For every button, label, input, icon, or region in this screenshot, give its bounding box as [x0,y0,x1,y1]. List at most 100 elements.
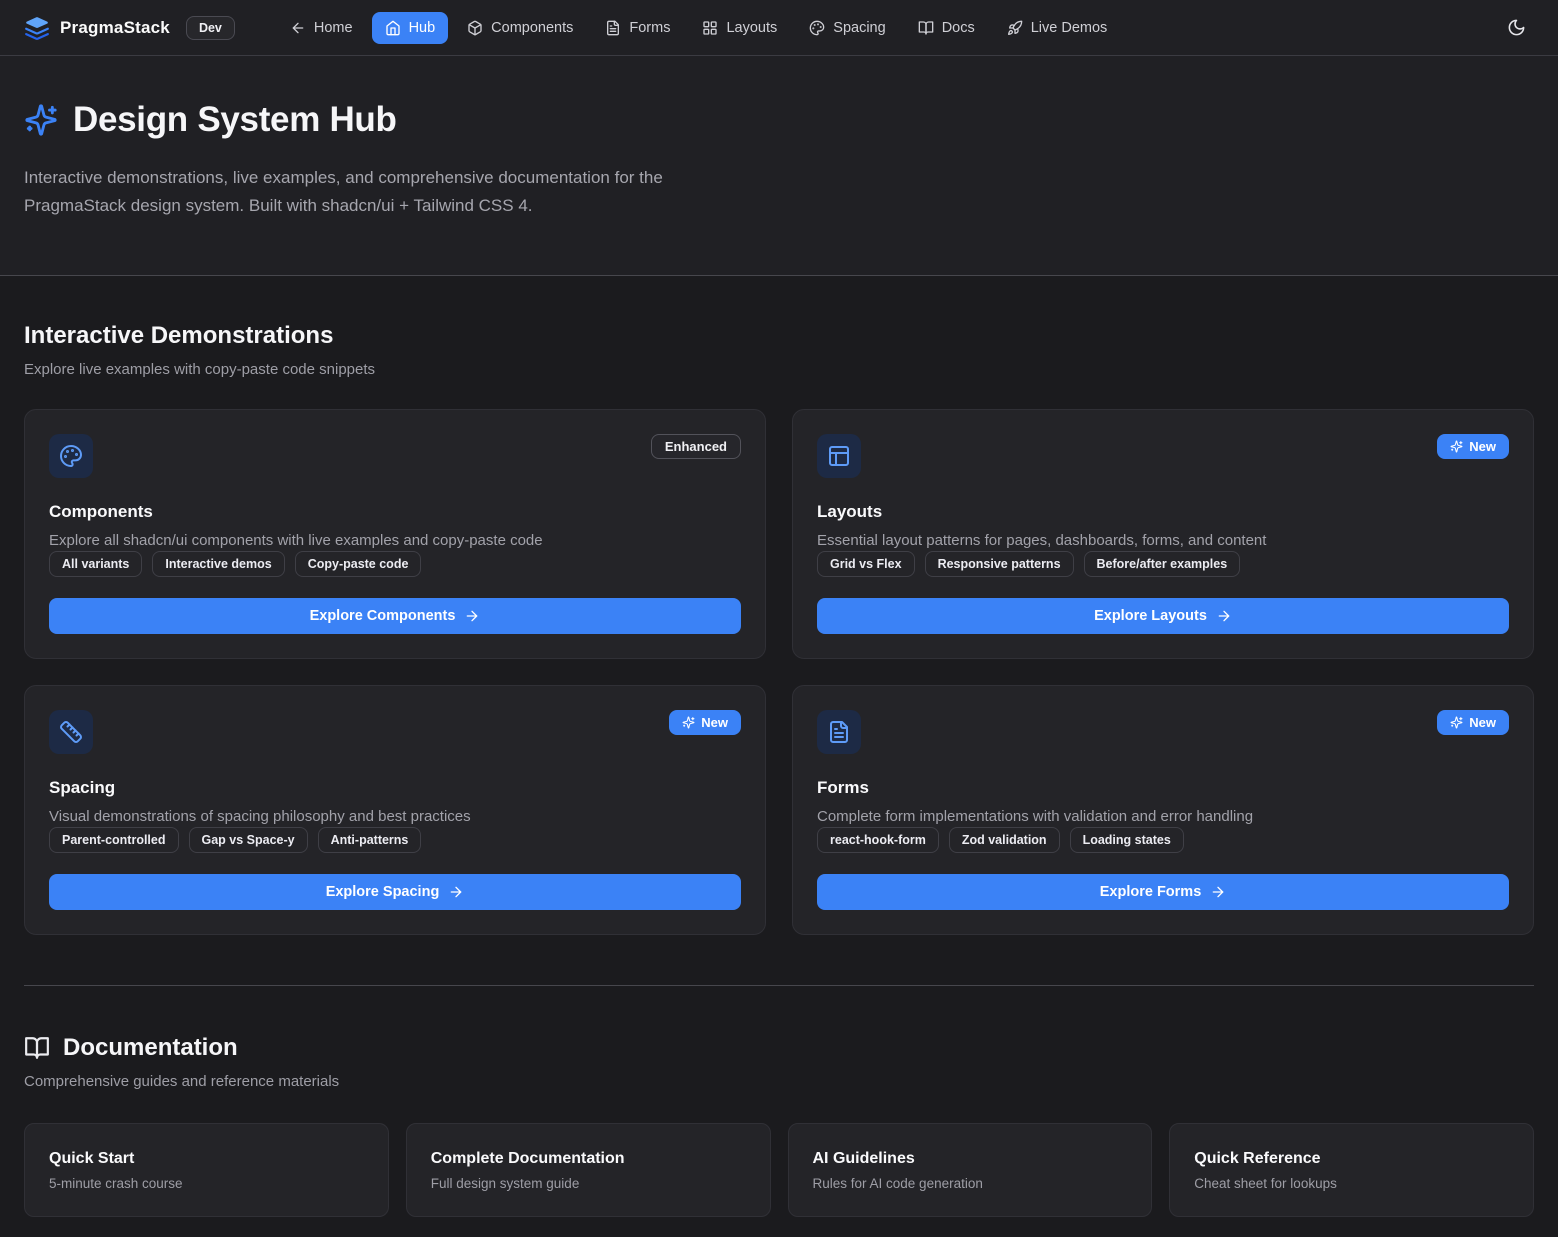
button-label: Explore Layouts [1094,608,1207,624]
card-description: Complete form implementations with valid… [817,808,1509,825]
tag: Zod validation [949,827,1060,853]
button-label: Explore Forms [1100,884,1202,900]
explore-forms-button[interactable]: Explore Forms [817,874,1509,910]
card-description: Essential layout patterns for pages, das… [817,532,1509,549]
layout-grid-icon [702,20,718,36]
doc-card-title: AI Guidelines [813,1150,1128,1168]
arrow-right-icon [1216,608,1232,624]
nav-item-layouts[interactable]: Layouts [689,12,790,44]
sparkles-icon [1450,440,1463,453]
demo-card-layouts: New Layouts Essential layout patterns fo… [792,409,1534,659]
doc-card-complete-documentation[interactable]: Complete Documentation Full design syste… [406,1123,771,1217]
theme-toggle-button[interactable] [1499,10,1534,45]
palette-icon [59,444,83,468]
new-badge: New [1437,710,1509,735]
nav-item-forms[interactable]: Forms [592,12,683,44]
doc-card-subtitle: Rules for AI code generation [813,1176,1128,1191]
doc-card-title: Complete Documentation [431,1150,746,1168]
nav-item-hub[interactable]: Hub [372,12,449,44]
demos-section-subtitle: Explore live examples with copy-paste co… [24,361,1534,378]
doc-card-quick-reference[interactable]: Quick Reference Cheat sheet for lookups [1169,1123,1534,1217]
badge-label: New [1469,439,1496,454]
top-navbar: PragmaStack Dev Home Hub Components Form… [0,0,1558,56]
demo-card-spacing: New Spacing Visual demonstrations of spa… [24,685,766,935]
badge-label: New [1469,715,1496,730]
nav-item-label: Hub [409,20,436,36]
env-badge: Dev [186,16,235,40]
explore-spacing-button[interactable]: Explore Spacing [49,874,741,910]
doc-card-ai-guidelines[interactable]: AI Guidelines Rules for AI code generati… [788,1123,1153,1217]
card-title: Components [49,502,741,522]
tag: Responsive patterns [925,551,1074,577]
card-title: Spacing [49,778,741,798]
components-icon-tile [49,434,93,478]
sparkles-icon [682,716,695,729]
demos-grid: Enhanced Components Explore all shadcn/u… [24,409,1534,935]
button-label: Explore Components [310,608,456,624]
arrow-right-icon [464,608,480,624]
brand[interactable]: PragmaStack Dev [24,15,235,41]
sparkles-icon [1450,716,1463,729]
tag: react-hook-form [817,827,939,853]
nav-item-live-demos[interactable]: Live Demos [994,12,1121,44]
nav-item-label: Components [491,20,573,36]
tag: Copy-paste code [295,551,422,577]
arrow-left-icon [290,20,306,36]
nav-item-label: Docs [942,20,975,36]
explore-layouts-button[interactable]: Explore Layouts [817,598,1509,634]
forms-icon-tile [817,710,861,754]
layers-logo-icon [24,15,50,41]
enhanced-badge: Enhanced [651,434,741,459]
arrow-right-icon [448,884,464,900]
nav-item-home[interactable]: Home [277,12,366,44]
nav-item-label: Home [314,20,353,36]
card-title: Layouts [817,502,1509,522]
docs-section-subtitle: Comprehensive guides and reference mater… [24,1073,1534,1090]
doc-card-title: Quick Start [49,1150,364,1168]
sparkles-icon [24,103,58,137]
book-open-icon [24,1035,50,1061]
arrow-right-icon [1210,884,1226,900]
nav-item-docs[interactable]: Docs [905,12,988,44]
new-badge: New [1437,434,1509,459]
spacing-icon-tile [49,710,93,754]
rocket-icon [1007,20,1023,36]
nav-item-label: Forms [629,20,670,36]
doc-card-quick-start[interactable]: Quick Start 5-minute crash course [24,1123,389,1217]
file-text-icon [827,720,851,744]
brand-name: PragmaStack [60,18,170,38]
doc-card-title: Quick Reference [1194,1150,1509,1168]
tag: Parent-controlled [49,827,179,853]
tag: All variants [49,551,142,577]
section-divider [24,985,1534,986]
tag: Before/after examples [1084,551,1241,577]
page-subtitle: Interactive demonstrations, live example… [24,164,766,219]
card-description: Visual demonstrations of spacing philoso… [49,808,741,825]
demo-card-components: Enhanced Components Explore all shadcn/u… [24,409,766,659]
button-label: Explore Spacing [326,884,440,900]
tag: Grid vs Flex [817,551,915,577]
demos-section-title: Interactive Demonstrations [24,322,1534,350]
palette-icon [809,20,825,36]
tag: Loading states [1070,827,1184,853]
moon-icon [1507,18,1526,37]
hero-section: Design System Hub Interactive demonstrat… [0,56,1558,276]
doc-card-subtitle: Cheat sheet for lookups [1194,1176,1509,1191]
nav-item-components[interactable]: Components [454,12,586,44]
explore-components-button[interactable]: Explore Components [49,598,741,634]
docs-grid: Quick Start 5-minute crash course Comple… [24,1123,1534,1217]
demo-card-forms: New Forms Complete form implementations … [792,685,1534,935]
nav-item-label: Spacing [833,20,885,36]
nav-item-spacing[interactable]: Spacing [796,12,898,44]
primary-nav: Home Hub Components Forms Layouts Spacin… [277,12,1120,44]
doc-card-subtitle: 5-minute crash course [49,1176,364,1191]
badge-label: New [701,715,728,730]
nav-item-label: Live Demos [1031,20,1108,36]
card-title: Forms [817,778,1509,798]
layouts-icon-tile [817,434,861,478]
book-open-icon [918,20,934,36]
tag: Anti-patterns [318,827,422,853]
new-badge: New [669,710,741,735]
box-icon [467,20,483,36]
main-content: Interactive Demonstrations Explore live … [0,322,1558,1237]
